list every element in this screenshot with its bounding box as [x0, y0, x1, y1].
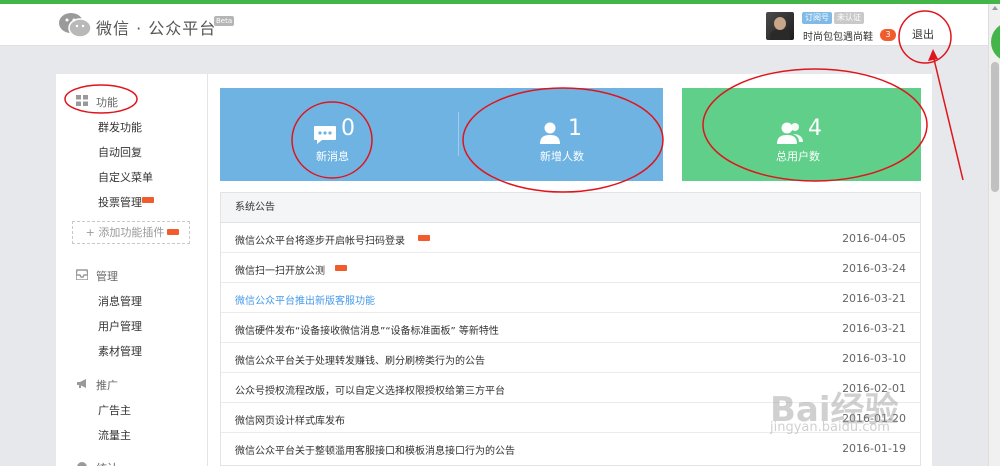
notice-date: 2016-03-21 [842, 322, 906, 335]
notice-title[interactable]: 公众号授权流程改版，可以自定义选择权限授权给第三方平台 [235, 382, 505, 397]
grid-icon [76, 95, 88, 106]
notice-panel-title: 系统公告 [221, 193, 920, 223]
stats-tile-blue: 0 新消息 1 新增人数 [220, 88, 663, 181]
sidebar-section-manage: 管理 [76, 268, 118, 284]
total-users-label: 总用户数 [776, 150, 820, 163]
avatar[interactable] [766, 12, 794, 40]
sidebar-item-advertiser[interactable]: 广告主 [98, 402, 131, 418]
notice-title[interactable]: 微信硬件发布“设备接收微信消息”“设备标准面板” 等新特性 [235, 322, 499, 337]
total-users-count: 4 [808, 116, 822, 141]
notice-title[interactable]: 微信公众平台推出新版客服功能 [235, 292, 375, 307]
new-messages-count: 0 [341, 116, 355, 141]
notice-date: 2016-03-21 [842, 292, 906, 305]
new-badge [418, 235, 430, 241]
logout-link[interactable]: 退出 [912, 26, 934, 42]
new-badge [335, 265, 347, 271]
sidebar-section-promote: 推广 [77, 377, 118, 393]
notice-title[interactable]: 微信公众平台关于整顿滥用客服接口和模板消息接口行为的公告 [235, 442, 515, 457]
notice-date: 2016-03-10 [842, 352, 906, 365]
sidebar-item-mass-send[interactable]: 群发功能 [98, 119, 142, 135]
stat-total-users[interactable]: 4 总用户数 [682, 88, 921, 181]
notice-title[interactable]: 微信扫一扫开放公测 [235, 262, 325, 277]
sidebar-section-function: 功能 [76, 94, 118, 110]
page-scrollbar[interactable] [988, 4, 1000, 466]
user-icon [540, 122, 560, 144]
list-item[interactable]: 微信扫一扫开放公测 2016-03-24 [221, 253, 920, 283]
users-icon [777, 122, 803, 144]
notice-date: 2016-04-05 [842, 232, 906, 245]
list-item[interactable]: 微信公众平台将逐步开启帐号扫码登录 2016-04-05 [221, 223, 920, 253]
notice-title[interactable]: 微信公众平台关于处理转发赚钱、刷分刷榜类行为的公告 [235, 352, 485, 367]
sidebar-item-users[interactable]: 用户管理 [98, 318, 142, 334]
annotation-arrow [932, 54, 964, 181]
list-item[interactable]: 微信公众平台关于处理转发赚钱、刷分刷榜类行为的公告 2016-03-10 [221, 343, 920, 373]
account-type-badge: 订阅号 [802, 12, 832, 24]
stat-new-followers[interactable]: 1 新增人数 [460, 88, 663, 181]
sidebar: 功能 群发功能 自动回复 自定义菜单 投票管理 + 添加功能插件 管理 消息管理… [56, 74, 208, 466]
sidebar-item-auto-reply[interactable]: 自动回复 [98, 144, 142, 160]
sidebar-item-materials[interactable]: 素材管理 [98, 343, 142, 359]
unread-count-badge[interactable]: 3 [880, 29, 896, 41]
notice-date: 2016-01-19 [842, 442, 906, 455]
watermark-url: jingyan.baidu.com [770, 420, 890, 435]
wechat-logo-icon [59, 13, 92, 38]
sidebar-item-custom-menu[interactable]: 自定义菜单 [98, 169, 153, 185]
beta-badge: Beta [214, 16, 235, 26]
notice-title[interactable]: 微信网页设计样式库发布 [235, 412, 345, 427]
list-item[interactable]: 微信公众平台关于整顿滥用客服接口和模板消息接口行为的公告 2016-01-19 [221, 433, 920, 463]
add-plugin-button[interactable]: + 添加功能插件 [72, 221, 190, 244]
tile-divider [458, 112, 459, 156]
top-header: 微信 · 公众平台 Beta 订阅号 未认证 时尚包包遇尚鞋 3 退出 [0, 4, 988, 46]
stat-new-messages[interactable]: 0 新消息 [220, 88, 440, 181]
notice-title[interactable]: 微信公众平台将逐步开启帐号扫码登录 [235, 232, 405, 247]
sidebar-item-messages[interactable]: 消息管理 [98, 293, 142, 309]
notice-date: 2016-03-24 [842, 262, 906, 275]
annotation-arrowhead [928, 49, 938, 61]
scroll-up-icon[interactable] [992, 6, 998, 10]
sidebar-section-stats: 统计 [77, 460, 118, 466]
new-badge [142, 197, 154, 203]
platform-title: 微信 · 公众平台 [96, 19, 217, 38]
list-item[interactable]: 微信公众平台推出新版客服功能 2016-03-21 [221, 283, 920, 313]
new-badge [167, 229, 180, 235]
new-followers-count: 1 [568, 116, 582, 141]
account-name[interactable]: 时尚包包遇尚鞋 [803, 28, 873, 43]
chart-icon [77, 462, 87, 466]
new-followers-label: 新增人数 [540, 150, 584, 163]
message-icon [314, 126, 336, 144]
new-messages-label: 新消息 [316, 150, 349, 163]
sidebar-item-publisher[interactable]: 流量主 [98, 427, 131, 443]
list-item[interactable]: 微信硬件发布“设备接收微信消息”“设备标准面板” 等新特性 2016-03-21 [221, 313, 920, 343]
scrollbar-thumb[interactable] [991, 62, 999, 192]
megaphone-icon [77, 379, 86, 388]
inbox-icon [76, 269, 88, 280]
verification-badge[interactable]: 未认证 [834, 12, 864, 24]
sidebar-item-vote[interactable]: 投票管理 [98, 194, 142, 210]
